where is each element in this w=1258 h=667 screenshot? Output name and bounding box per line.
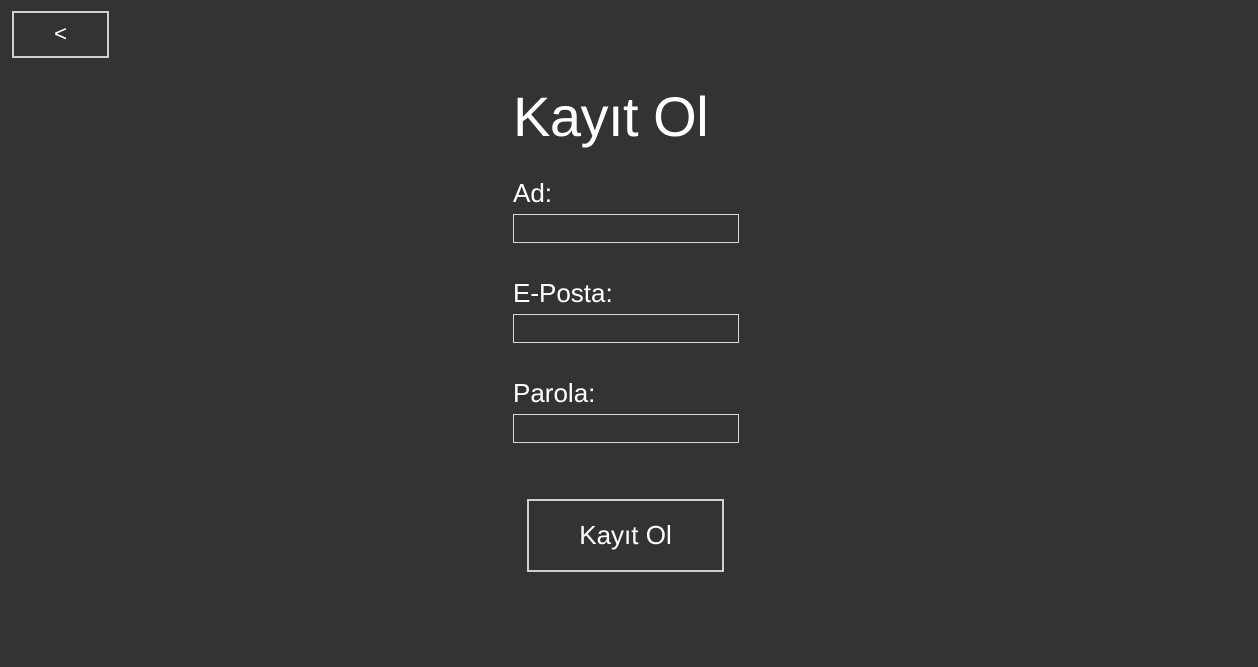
- email-label: E-Posta:: [513, 278, 613, 308]
- name-input[interactable]: [513, 214, 739, 243]
- name-label: Ad:: [513, 178, 553, 208]
- email-input[interactable]: [513, 314, 739, 343]
- page-title: Kayıt Ol: [513, 85, 709, 148]
- back-button[interactable]: <: [12, 11, 109, 58]
- register-submit-button[interactable]: Kayıt Ol: [527, 499, 724, 572]
- register-page: < Kayıt Ol Ad: E-Posta: Parola: Kayıt Ol: [0, 0, 1258, 667]
- password-label: Parola:: [513, 378, 596, 408]
- password-input[interactable]: [513, 414, 739, 443]
